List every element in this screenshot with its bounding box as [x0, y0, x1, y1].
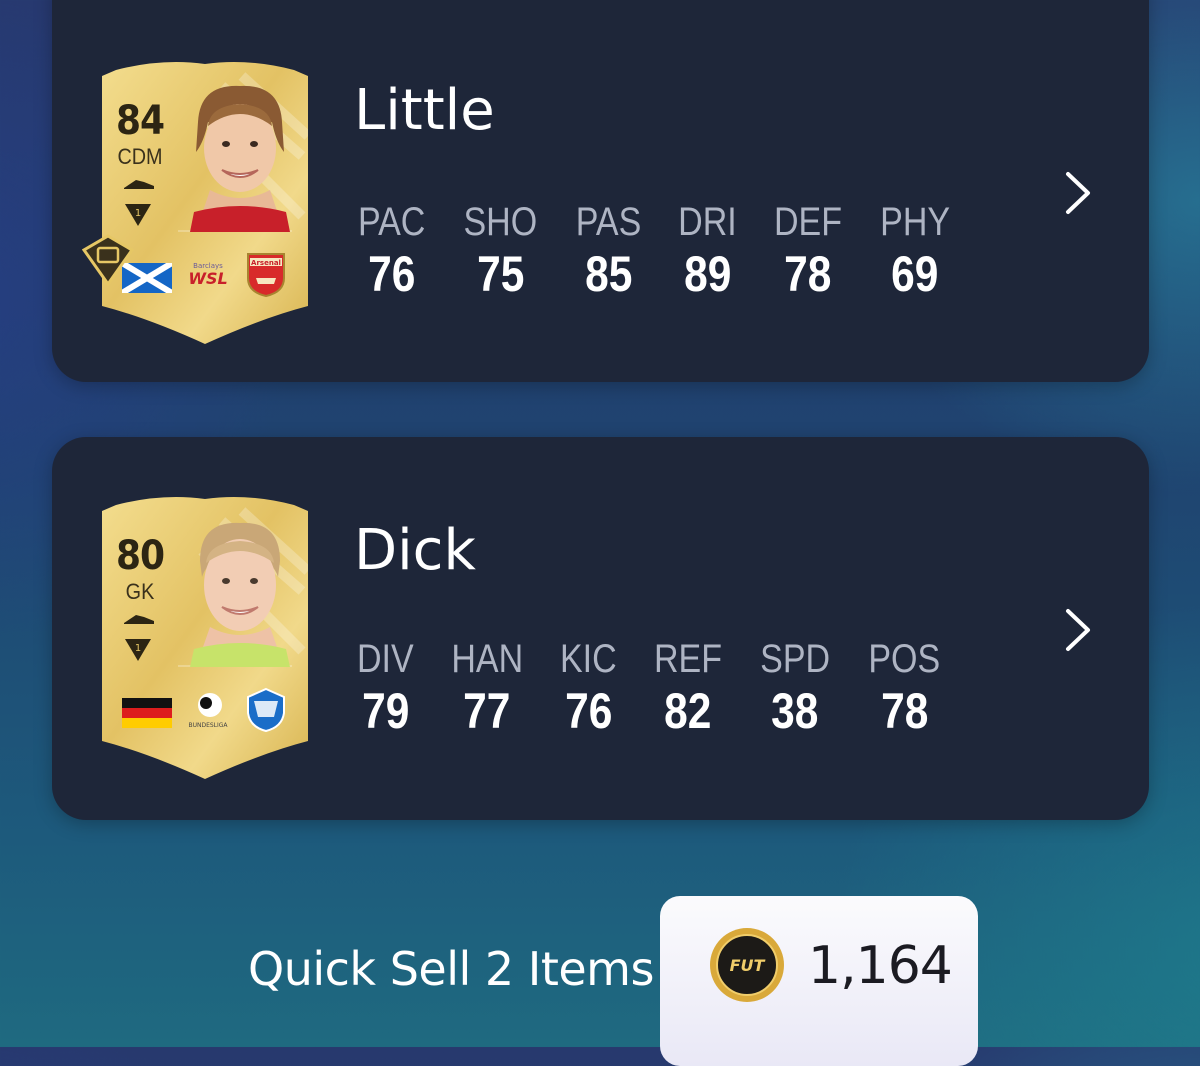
svg-text:Arsenal: Arsenal — [251, 259, 281, 267]
stat-def: DEF 78 — [768, 200, 848, 302]
stat-value: 79 — [361, 683, 409, 739]
stat-ref: REF 82 — [648, 637, 728, 739]
stat-value: 77 — [463, 683, 511, 739]
player-name: Little — [354, 78, 495, 143]
stat-pos: POS 78 — [862, 637, 946, 739]
player-row-dick[interactable]: 80 GK 1 BUNDESLIGA Dick DIV 79 HAN 77 KI… — [52, 437, 1149, 820]
stat-label: DIV — [357, 637, 414, 681]
stat-label: POS — [868, 637, 941, 681]
evolution-badge-icon — [82, 234, 134, 286]
coin-icon: FUT — [710, 928, 784, 1002]
club-crest-arsenal-icon: Arsenal — [247, 253, 285, 298]
stat-dri: DRI 89 — [673, 200, 742, 302]
playstyle-triangle-icon: 1 — [125, 639, 151, 661]
chevron-right-icon[interactable] — [1060, 607, 1096, 653]
stat-label: PAC — [357, 200, 426, 244]
svg-text:1: 1 — [135, 208, 141, 219]
league-logo-icon: Barclays WSL — [188, 262, 227, 288]
quick-sell-label: Quick Sell 2 Items — [248, 942, 654, 996]
stat-label: HAN — [451, 637, 523, 681]
stat-label: DRI — [678, 200, 737, 244]
player-portrait — [190, 85, 290, 232]
card-position: GK — [125, 579, 155, 604]
stat-value: 76 — [564, 683, 613, 739]
stat-value: 78 — [880, 683, 928, 739]
stat-label: PHY — [880, 200, 951, 244]
stat-pac: PAC 76 — [352, 200, 431, 302]
stat-label: PAS — [575, 200, 642, 244]
coin-icon-text: FUT — [730, 956, 766, 975]
boot-icon — [124, 180, 154, 189]
stat-label: KIC — [560, 637, 617, 681]
stat-value: 85 — [584, 246, 633, 302]
playstyle-triangle-icon: 1 — [125, 204, 151, 226]
stat-sho: SHO 75 — [457, 200, 544, 302]
svg-text:WSL: WSL — [188, 269, 227, 288]
stat-label: SHO — [463, 200, 538, 244]
player-stats: PAC 76 SHO 75 PAS 85 DRI 89 DEF 78 PHY 6… — [352, 200, 982, 302]
svg-text:BUNDESLIGA: BUNDESLIGA — [188, 722, 228, 729]
stat-value: 76 — [368, 246, 416, 302]
stat-phy: PHY 69 — [874, 200, 956, 302]
stat-value: 38 — [771, 683, 819, 739]
stat-value: 89 — [683, 246, 732, 302]
stat-kic: KIC 76 — [555, 637, 622, 739]
stat-value: 69 — [891, 246, 939, 302]
player-card: 84 CDM 1 Barclays WSL Arsenal — [82, 56, 308, 344]
flag-germany-icon — [122, 698, 172, 728]
player-name: Dick — [354, 518, 476, 583]
club-crest-hoffenheim-icon — [247, 687, 285, 733]
card-rating: 80 — [115, 533, 165, 579]
card-position: CDM — [117, 144, 163, 169]
card-rating: 84 — [115, 98, 165, 144]
stat-label: SPD — [759, 637, 830, 681]
stat-spd: SPD 38 — [754, 637, 836, 739]
player-row-little[interactable]: 84 CDM 1 Barclays WSL Arsenal Little PAC… — [52, 0, 1149, 382]
svg-text:1: 1 — [135, 643, 141, 654]
quick-sell-button[interactable]: FUT 1,164 — [660, 896, 978, 1066]
stat-div: DIV 79 — [352, 637, 419, 739]
coin-value: 1,164 — [808, 936, 953, 996]
league-logo-icon: BUNDESLIGA — [188, 693, 228, 729]
stat-label: DEF — [773, 200, 842, 244]
stat-pas: PAS 85 — [570, 200, 647, 302]
stat-han: HAN 77 — [445, 637, 529, 739]
stat-value: 75 — [476, 246, 525, 302]
stat-value: 82 — [664, 683, 712, 739]
stat-label: REF — [653, 637, 722, 681]
player-card: 80 GK 1 BUNDESLIGA — [102, 491, 308, 779]
boot-icon — [124, 615, 154, 624]
player-stats: DIV 79 HAN 77 KIC 76 REF 82 SPD 38 POS 7… — [352, 637, 973, 739]
player-portrait — [190, 522, 290, 667]
stat-value: 78 — [784, 246, 832, 302]
chevron-right-icon[interactable] — [1060, 170, 1096, 216]
